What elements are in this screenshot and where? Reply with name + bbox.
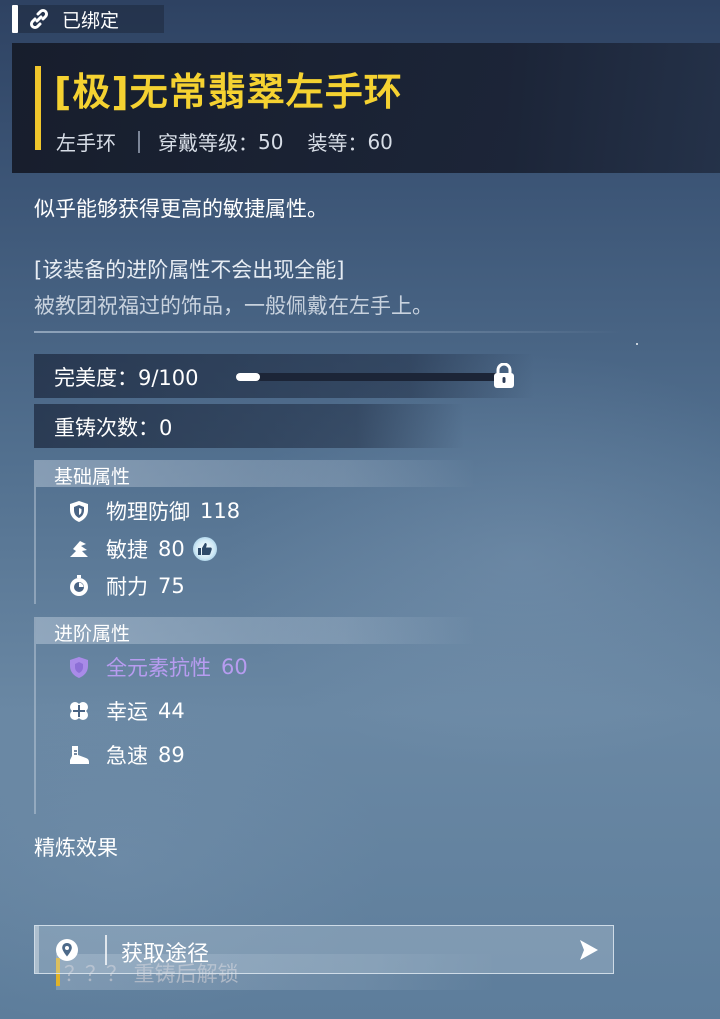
acquire-separator xyxy=(105,935,107,965)
stat-name: 物理防御 xyxy=(106,500,190,524)
boot-icon xyxy=(66,742,92,768)
bound-tag: 已绑定 xyxy=(12,5,164,33)
agility-icon xyxy=(66,536,92,562)
stat-all-element-resistance: 全元素抗性 60 xyxy=(66,651,248,683)
acquire-button[interactable]: 获取途径 xyxy=(34,925,614,974)
item-subline: 左手环 穿戴等级： 50 装等： 60 xyxy=(56,127,393,156)
stat-name: 急速 xyxy=(106,744,148,768)
shield-icon xyxy=(66,498,92,524)
item-name: [极]无常翡翠左手环 xyxy=(54,70,403,114)
refine-title: 精炼效果 xyxy=(34,836,118,860)
item-effect-text: 似乎能够获得更高的敏捷属性。 xyxy=(34,197,328,221)
endurance-icon xyxy=(66,573,92,599)
perfection-label: 完美度：9/100 xyxy=(54,362,199,392)
stat-value: 118 xyxy=(200,499,241,523)
bound-tag-bar xyxy=(12,5,18,33)
stat-value: 75 xyxy=(158,574,185,598)
base-attributes-title: 基础属性 xyxy=(54,466,131,488)
advanced-attributes-header: 进阶属性 xyxy=(36,617,476,645)
divider xyxy=(34,331,624,333)
base-attributes-header: 基础属性 xyxy=(36,460,476,488)
sparkle xyxy=(636,343,638,345)
stat-name: 耐力 xyxy=(106,575,148,599)
arrow-right-icon xyxy=(578,938,600,962)
acquire-label: 获取途径 xyxy=(121,942,210,967)
title-accent-bar xyxy=(35,66,41,150)
advanced-attributes-section: 进阶属性 全元素抗性 60 幸运 44 急速 89 ？？？ 重铸后解锁 xyxy=(34,617,504,990)
item-flavor-text: 被教团祝福过的饰品，一般佩戴在左手上。 xyxy=(34,294,433,318)
gear-score-label: 装等： xyxy=(307,131,368,155)
reforge-row: 重铸次数：0 xyxy=(34,404,464,448)
stat-value: 44 xyxy=(158,699,185,723)
level-req-value: 50 xyxy=(258,129,284,154)
perfection-label-text: 完美度： xyxy=(54,366,138,390)
stat-haste: 急速 89 xyxy=(66,739,185,771)
thumbs-up-icon xyxy=(192,537,217,561)
stat-name: 幸运 xyxy=(106,700,148,724)
stat-value: 80 xyxy=(158,537,185,561)
reforge-label: 重铸次数：0 xyxy=(54,412,172,442)
level-req-label: 穿戴等级： xyxy=(158,131,258,155)
subline-separator xyxy=(138,130,140,153)
bound-tag-label: 已绑定 xyxy=(62,9,120,32)
item-restriction-text: [该装备的进阶属性不会出现全能] xyxy=(34,258,345,282)
stat-physical-defense: 物理防御 118 xyxy=(66,495,240,527)
base-attributes-section: 基础属性 物理防御 118 敏捷 80 耐力 75 xyxy=(34,460,504,604)
element-shield-icon xyxy=(66,654,92,680)
stat-value: 60 xyxy=(221,655,248,679)
item-slot: 左手环 xyxy=(56,131,116,155)
link-icon xyxy=(28,8,50,30)
reforge-label-text: 重铸次数： xyxy=(54,416,159,440)
location-pin-icon xyxy=(55,938,79,962)
stat-agility: 敏捷 80 xyxy=(66,533,217,565)
perfection-bar xyxy=(236,373,506,381)
item-header: [极]无常翡翠左手环 左手环 穿戴等级： 50 装等： 60 xyxy=(12,43,720,173)
stat-value: 89 xyxy=(158,743,185,767)
advanced-attributes-title: 进阶属性 xyxy=(54,623,131,645)
gear-score-value: 60 xyxy=(367,129,393,154)
stat-name: 全元素抗性 xyxy=(106,656,211,680)
stat-luck: 幸运 44 xyxy=(66,695,185,727)
perfection-row: 完美度：9/100 xyxy=(34,354,534,398)
stat-name: 敏捷 xyxy=(106,538,148,562)
acquire-button-edge xyxy=(35,926,39,973)
stat-endurance: 耐力 75 xyxy=(66,570,185,602)
reforge-count: 0 xyxy=(159,416,173,440)
lock-icon[interactable] xyxy=(492,362,516,389)
clover-icon xyxy=(66,698,92,724)
perfection-bar-fill xyxy=(236,373,261,381)
perfection-value: 9/100 xyxy=(138,366,199,390)
